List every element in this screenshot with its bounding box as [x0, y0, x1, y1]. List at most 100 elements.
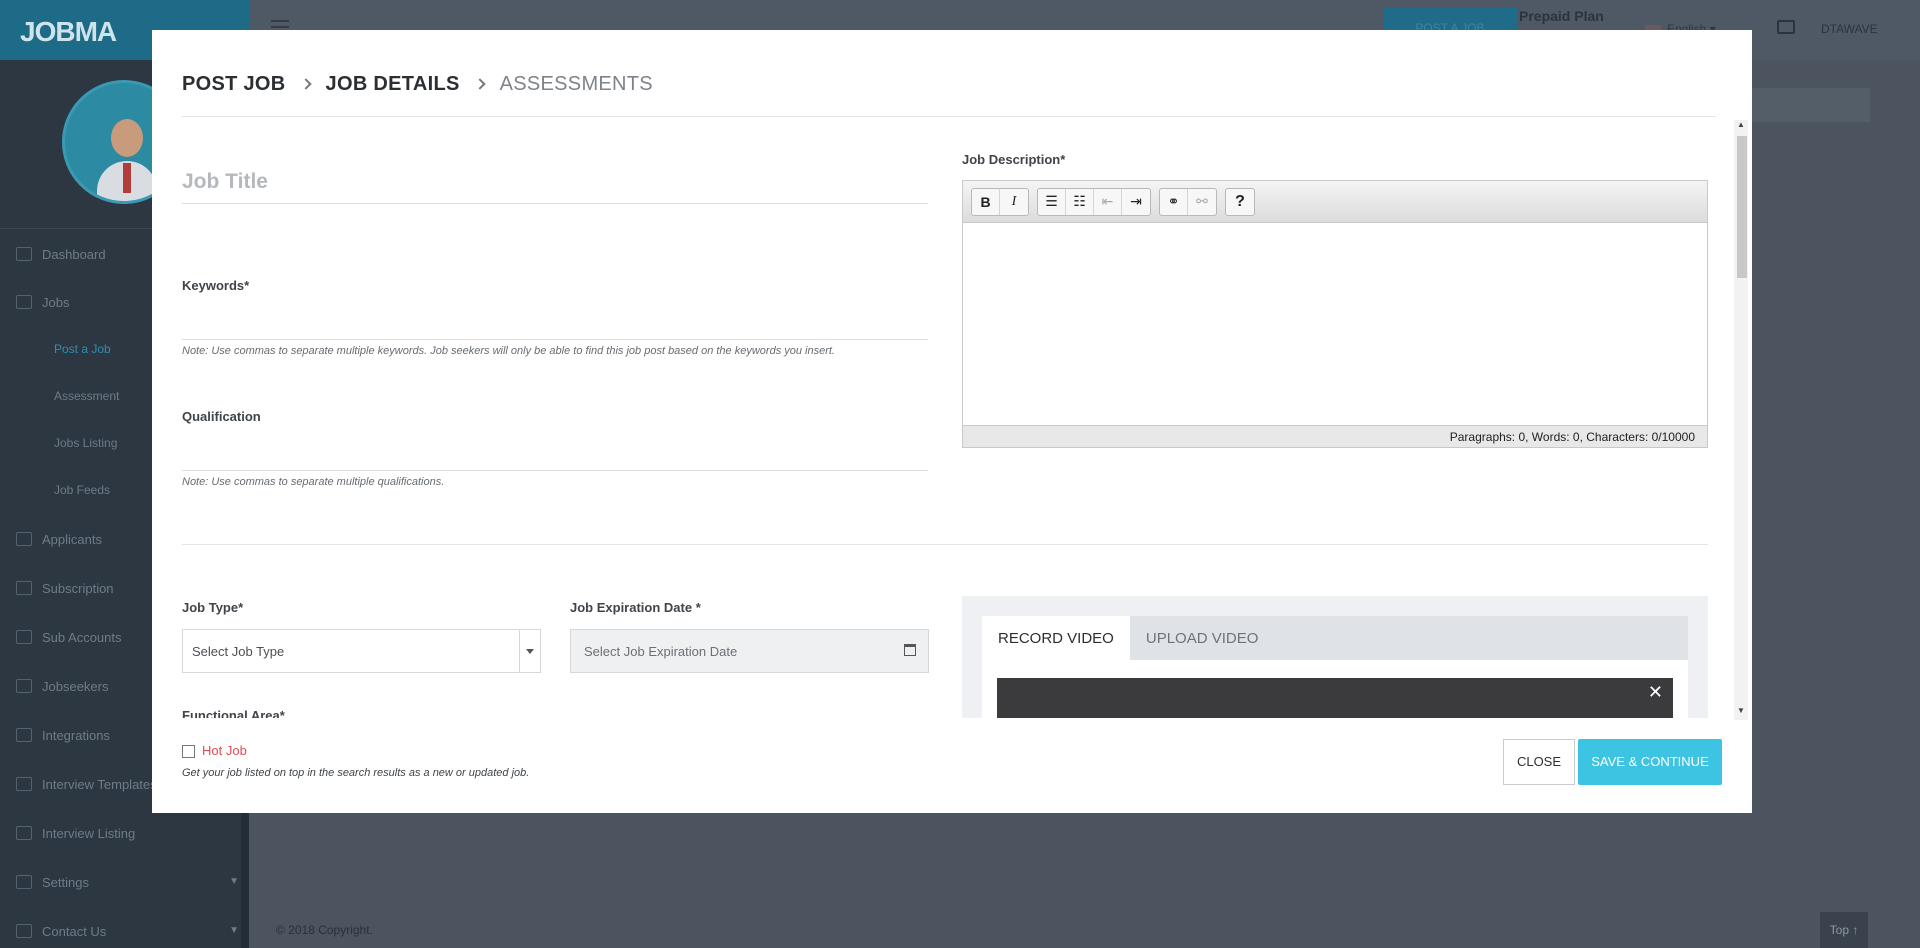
- template-icon: [16, 777, 32, 791]
- editor-text-area[interactable]: [963, 223, 1707, 425]
- hot-job-label[interactable]: Hot Job: [202, 743, 247, 758]
- job-title-input[interactable]: Job Title: [182, 160, 928, 204]
- video-tab-content: ✕: [982, 660, 1688, 718]
- help-icon[interactable]: ?: [1226, 189, 1254, 215]
- sidebar-item-applicants[interactable]: Applicants: [16, 529, 102, 549]
- sidebar-item-jobs[interactable]: Jobs: [16, 292, 69, 312]
- hot-job-checkbox[interactable]: [182, 745, 195, 758]
- list-group: ☰ ☷ ⇤ ⇥: [1037, 187, 1151, 216]
- briefcase-icon: [16, 295, 32, 309]
- close-button[interactable]: CLOSE: [1503, 739, 1575, 785]
- link-group: ⚭ ⚯: [1159, 187, 1217, 216]
- save-and-continue-button[interactable]: SAVE & CONTINUE: [1578, 739, 1722, 785]
- sidebar-item-interview-listing[interactable]: Interview Listing: [16, 823, 135, 843]
- scroll-down-icon[interactable]: ▼: [1736, 706, 1746, 718]
- editor-toolbar: B I ☰ ☷ ⇤ ⇥ ⚭ ⚯ ?: [963, 181, 1707, 223]
- job-description-editor: B I ☰ ☷ ⇤ ⇥ ⚭ ⚯ ? Paragraphs: 0, Words: …: [962, 180, 1708, 448]
- keywords-label: Keywords*: [182, 278, 250, 293]
- sidebar-subitem-jobs-listing[interactable]: Jobs Listing: [54, 436, 117, 450]
- chevron-down-icon: ▼: [229, 925, 239, 936]
- sidebar-item-label: Subscription: [42, 580, 114, 596]
- bar-chart-icon: [16, 247, 32, 261]
- modal-body[interactable]: Job Title Keywords* Note: Use commas to …: [182, 118, 1734, 718]
- job-expiration-label: Job Expiration Date *: [570, 600, 701, 615]
- sidebar-subitem-assessment[interactable]: Assessment: [54, 389, 119, 403]
- video-recorder[interactable]: ✕: [997, 678, 1673, 718]
- sidebar-item-label: Contact Us: [42, 923, 107, 939]
- sidebar-item-subscription[interactable]: Subscription: [16, 578, 114, 598]
- editor-status-bar: Paragraphs: 0, Words: 0, Characters: 0/1…: [963, 425, 1707, 447]
- qualification-label: Qualification: [182, 409, 261, 424]
- tab-upload-video[interactable]: UPLOAD VIDEO: [1130, 616, 1275, 660]
- avatar-tie: [123, 163, 131, 193]
- globe-icon: [16, 679, 32, 693]
- breadcrumb-step-job-details[interactable]: JOB DETAILS: [326, 73, 460, 96]
- user-group-icon: [16, 630, 32, 644]
- chevron-down-icon: [526, 649, 534, 654]
- sidebar-item-label: Interview Listing: [42, 825, 136, 841]
- breadcrumb-step-post-job[interactable]: POST JOB: [182, 73, 286, 96]
- plan-label[interactable]: Prepaid Plan: [1519, 8, 1604, 24]
- chevron-down-icon: ▼: [229, 876, 239, 887]
- sidebar-subitem-post-a-job[interactable]: Post a Job: [54, 342, 111, 356]
- sidebar-item-sub-accounts[interactable]: Sub Accounts: [16, 627, 122, 647]
- italic-button[interactable]: I: [1000, 189, 1028, 215]
- users-icon: [16, 532, 32, 546]
- scrollbar-thumb[interactable]: [1737, 136, 1747, 278]
- sidebar-item-jobseekers[interactable]: Jobseekers: [16, 676, 108, 696]
- unlink-icon[interactable]: ⚯: [1188, 189, 1216, 215]
- job-type-placeholder: Select Job Type: [192, 644, 285, 659]
- video-tabs: RECORD VIDEO UPLOAD VIDEO: [982, 616, 1688, 660]
- job-type-select[interactable]: Select Job Type: [182, 629, 541, 673]
- gear-icon: [16, 875, 32, 889]
- close-icon[interactable]: ✕: [1648, 682, 1663, 703]
- post-job-modal: POST JOB JOB DETAILS ASSESSMENTS Job Tit…: [152, 30, 1752, 813]
- scroll-up-icon[interactable]: ▲: [1736, 120, 1746, 132]
- functional-area-label: Functional Area*: [182, 708, 285, 718]
- format-group: B I: [971, 187, 1029, 216]
- bullet-list-icon[interactable]: ☷: [1066, 188, 1094, 215]
- home-icon: [16, 924, 32, 938]
- job-video-panel: RECORD VIDEO UPLOAD VIDEO ✕: [962, 596, 1708, 718]
- avatar-head: [111, 119, 143, 157]
- sidebar-item-label: Applicants: [42, 531, 102, 547]
- sidebar-item-contact-us[interactable]: Contact Us: [16, 921, 106, 941]
- job-expiration-placeholder: Select Job Expiration Date: [584, 644, 738, 659]
- footer-copyright: © 2018 Copyright.: [276, 923, 373, 937]
- indent-icon[interactable]: ⇥: [1122, 189, 1150, 215]
- breadcrumb: POST JOB JOB DETAILS ASSESSMENTS: [182, 64, 653, 104]
- sidebar-item-settings[interactable]: Settings: [16, 872, 89, 892]
- job-type-label: Job Type*: [182, 600, 244, 615]
- list-icon: [16, 826, 32, 840]
- sidebar-item-label: Jobs: [42, 294, 70, 310]
- share-icon: [16, 728, 32, 742]
- qualification-input[interactable]: [182, 441, 928, 471]
- breadcrumb-step-assessments[interactable]: ASSESSMENTS: [500, 73, 653, 96]
- app-logo[interactable]: JOBMA: [20, 16, 117, 48]
- sidebar-item-dashboard[interactable]: Dashboard: [16, 244, 106, 264]
- tab-record-video[interactable]: RECORD VIDEO: [982, 616, 1130, 660]
- sidebar-subitem-job-feeds[interactable]: Job Feeds: [54, 483, 110, 497]
- user-menu[interactable]: DTAWAVE: [1821, 22, 1878, 36]
- keywords-input[interactable]: [182, 310, 928, 340]
- sidebar-item-interview-templates[interactable]: Interview Templates: [16, 774, 157, 794]
- job-description-label: Job Description*: [962, 152, 1066, 167]
- chevron-right-icon: [299, 78, 312, 90]
- back-to-top-button[interactable]: Top ↑: [1820, 912, 1868, 948]
- card-icon: [16, 581, 32, 595]
- chevron-right-icon: [473, 78, 486, 90]
- sidebar-item-label: Interview Templates: [42, 776, 157, 792]
- outdent-icon[interactable]: ⇤: [1094, 188, 1122, 215]
- help-group: ?: [1225, 187, 1255, 216]
- calendar-icon[interactable]: [904, 644, 916, 656]
- sidebar-item-label: Settings: [42, 874, 89, 890]
- bold-button[interactable]: B: [972, 188, 1000, 215]
- link-icon[interactable]: ⚭: [1160, 188, 1188, 215]
- sidebar-item-label: Integrations: [42, 727, 110, 743]
- keywords-note: Note: Use commas to separate multiple ke…: [182, 345, 835, 357]
- ordered-list-icon[interactable]: ☰: [1038, 188, 1066, 215]
- job-expiration-input[interactable]: Select Job Expiration Date: [570, 629, 929, 673]
- sidebar-item-label: Dashboard: [42, 246, 106, 262]
- sidebar-item-integrations[interactable]: Integrations: [16, 725, 110, 745]
- chat-icon[interactable]: [1777, 20, 1795, 34]
